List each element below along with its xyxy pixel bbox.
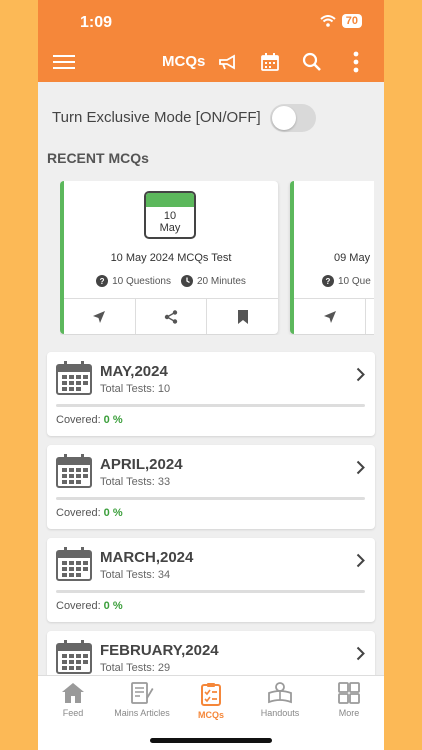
month-name: APRIL,2024	[100, 456, 183, 473]
chevron-right-icon	[356, 553, 365, 568]
chevron-right-icon	[356, 460, 365, 475]
exclusive-mode-toggle[interactable]	[270, 104, 316, 132]
send-icon	[323, 310, 336, 323]
megaphone-icon[interactable]	[216, 48, 240, 76]
month-total-tests: Total Tests: 34	[100, 569, 171, 581]
question-count: 10 Questions	[112, 275, 171, 287]
clock-icon	[181, 275, 193, 287]
progress-bar	[56, 404, 365, 407]
mcq-card-actions	[64, 298, 278, 334]
month-card-may-2024[interactable]: MAY,2024 Total Tests: 10 Covered: 0 %	[47, 352, 375, 436]
reader-icon	[268, 682, 292, 704]
bookmark-button[interactable]	[207, 299, 278, 334]
covered-status: Covered: 0 %	[56, 600, 123, 612]
share-button[interactable]	[366, 299, 374, 334]
card-month: May	[159, 222, 181, 234]
nav-mains-articles[interactable]: Mains Articles	[107, 682, 177, 718]
calendar-icon[interactable]	[258, 48, 282, 76]
nav-feed[interactable]: Feed	[38, 682, 108, 718]
covered-status: Covered: 0 %	[56, 507, 123, 519]
mcq-card[interactable]: 09 May ? 10 Que	[290, 181, 374, 334]
month-calendar-icon	[56, 454, 92, 488]
recent-mcqs-title: RECENT MCQs	[47, 150, 149, 166]
toggle-knob	[272, 106, 296, 130]
month-calendar-icon	[56, 547, 92, 581]
status-icons: 70	[320, 14, 362, 28]
covered-percent: 0 %	[103, 414, 123, 426]
month-name: MARCH,2024	[100, 549, 194, 566]
progress-bar	[56, 590, 365, 593]
recent-mcqs-carousel[interactable]: 10 May 10 May 2024 MCQs Test ? 10 Questio…	[60, 181, 374, 335]
mcq-card-meta: ? 10 Que	[294, 275, 374, 287]
page-title: MCQs	[162, 53, 206, 70]
duration: 20 Minutes	[197, 275, 246, 287]
send-button[interactable]	[64, 299, 136, 334]
share-button[interactable]	[136, 299, 208, 334]
share-icon	[164, 309, 178, 324]
mcq-card-meta: ? 10 Questions 20 Minutes	[64, 275, 278, 287]
month-calendar-icon	[56, 640, 92, 674]
covered-status: Covered: 0 %	[56, 414, 123, 426]
mcq-card-actions	[294, 298, 374, 334]
toolbar: MCQs	[38, 44, 384, 80]
month-total-tests: Total Tests: 29	[100, 662, 171, 674]
exclusive-mode-label: Turn Exclusive Mode [ON/OFF]	[52, 109, 261, 126]
more-vertical-icon[interactable]	[348, 48, 364, 76]
question-icon: ?	[96, 275, 109, 287]
grid-icon	[338, 682, 360, 704]
clipboard-icon	[201, 683, 221, 706]
search-icon[interactable]	[300, 48, 324, 76]
month-total-tests: Total Tests: 10	[100, 383, 171, 395]
mcq-card-title: 09 May	[334, 252, 371, 264]
month-calendar-icon	[56, 361, 92, 395]
battery-icon: 70	[341, 14, 362, 28]
nav-more[interactable]: More	[314, 682, 384, 718]
question-icon: ?	[322, 275, 334, 287]
date-calendar-icon: 10 May	[144, 191, 196, 239]
bookmark-icon	[237, 309, 248, 324]
article-icon	[131, 682, 154, 704]
nav-label: Feed	[62, 708, 84, 718]
send-button[interactable]	[294, 299, 366, 334]
progress-bar	[56, 497, 365, 500]
chevron-right-icon	[356, 646, 365, 661]
home-indicator	[150, 738, 272, 743]
nav-label: Mains Articles	[114, 708, 170, 718]
card-day: 10	[163, 210, 177, 222]
covered-percent: 0 %	[103, 507, 123, 519]
mcq-card[interactable]: 10 May 10 May 2024 MCQs Test ? 10 Questio…	[60, 181, 278, 334]
app-screen: 1:09 70 MCQs Turn Exclusive Mode [ON/OFF…	[38, 0, 384, 750]
month-card-april-2024[interactable]: APRIL,2024 Total Tests: 33 Covered: 0 %	[47, 445, 375, 529]
top-bar: 1:09 70 MCQs	[38, 0, 384, 82]
nav-label: Handouts	[260, 708, 300, 718]
month-card-march-2024[interactable]: MARCH,2024 Total Tests: 34 Covered: 0 %	[47, 538, 375, 622]
month-name: MAY,2024	[100, 363, 168, 380]
month-total-tests: Total Tests: 33	[100, 476, 171, 488]
status-time: 1:09	[80, 14, 113, 31]
mcq-card-title: 10 May 2024 MCQs Test	[110, 252, 232, 264]
covered-percent: 0 %	[103, 600, 123, 612]
nav-handouts[interactable]: Handouts	[245, 682, 315, 718]
wifi-icon	[320, 15, 336, 27]
home-icon	[62, 683, 84, 703]
nav-mcqs[interactable]: MCQs	[176, 682, 246, 720]
chevron-right-icon	[356, 367, 365, 382]
nav-label: More	[338, 708, 360, 718]
send-icon	[93, 310, 106, 323]
menu-icon[interactable]	[52, 48, 76, 76]
month-name: FEBRUARY,2024	[100, 642, 219, 659]
nav-label: MCQs	[197, 710, 224, 720]
question-count: 10 Que	[338, 275, 371, 287]
